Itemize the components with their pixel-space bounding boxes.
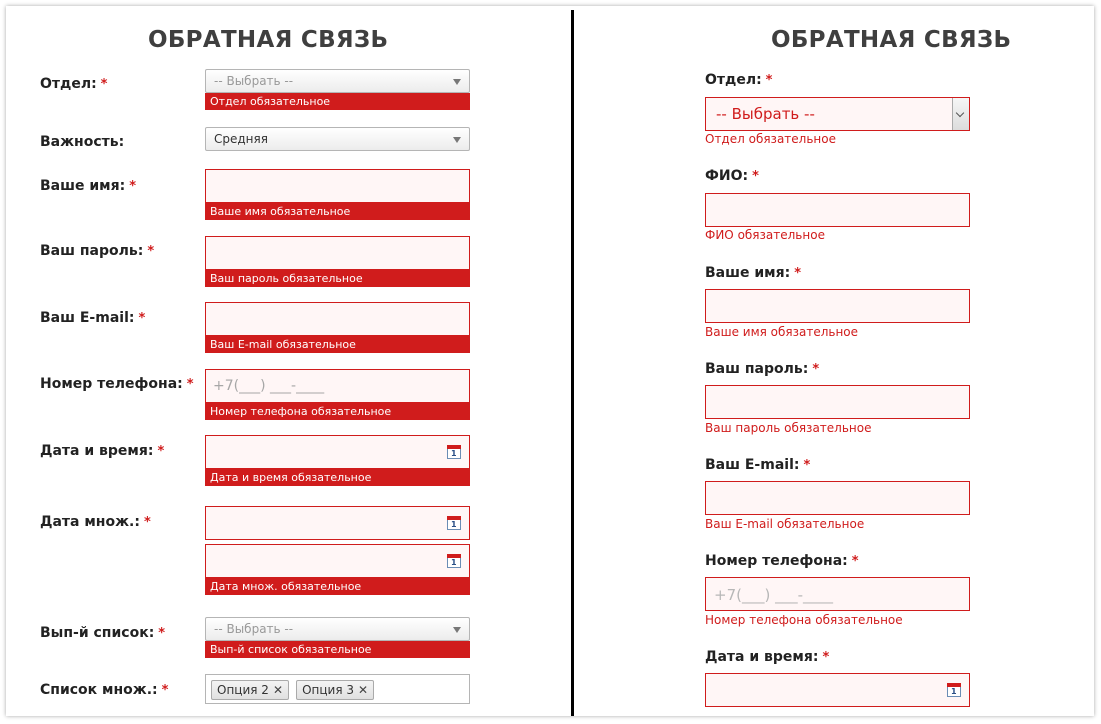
left-department-error: Отдел обязательное [205,93,470,110]
left-email-error: Ваш E-mail обязательное [205,336,470,353]
left-form-title: ОБРАТНАЯ СВЯЗЬ [148,27,389,53]
right-department-select[interactable]: -- Выбрать -- [705,97,970,131]
left-datetime-field: 1 Дата и время обязательное [205,435,470,486]
left-password-label: Ваш пароль: * [40,243,155,259]
left-multidate-input-2[interactable]: 1 [205,544,470,578]
left-phone-input[interactable]: +7(___) ___-____ [205,369,470,403]
left-email-input[interactable] [205,302,470,336]
left-name-label: Ваше имя: * [40,178,137,194]
left-password-input[interactable] [205,236,470,270]
required-mark: * [161,683,169,698]
left-multidate-error: Дата множ. обязательное [205,578,470,595]
right-fio-error: ФИО обязательное [705,228,825,242]
right-fio-label: ФИО: * [705,168,759,184]
left-multilist-input[interactable]: Опция 2 ✕ Опция 3 ✕ [205,674,470,704]
left-password-error: Ваш пароль обязательное [205,270,470,287]
left-datetime-error: Дата и время обязательное [205,469,470,486]
right-password-input[interactable] [705,385,970,419]
left-phone-field: +7(___) ___-____ Номер телефона обязател… [205,369,470,420]
right-department-label: Отдел: * [705,72,773,88]
left-multidate-input-1[interactable]: 1 [205,506,470,540]
left-multidate-label: Дата множ.: * [40,514,151,530]
remove-tag-icon[interactable]: ✕ [273,683,283,697]
right-name-error: Ваше имя обязательное [705,325,859,339]
left-name-field: Ваше имя обязательное [205,169,470,220]
required-mark: * [157,444,165,459]
left-phone-error: Номер телефона обязательное [205,403,470,420]
right-datetime-label: Дата и время: * [705,649,830,665]
left-phone-placeholder: +7(___) ___-____ [213,378,325,394]
left-multilist-field: Опция 2 ✕ Опция 3 ✕ [205,674,470,704]
required-mark: * [138,311,146,326]
required-mark: * [794,266,802,281]
calendar-icon[interactable]: 1 [447,445,461,459]
right-password-error: Ваш пароль обязательное [705,421,872,435]
dropdown-arrow-icon [453,137,461,143]
selected-tag: Опция 2 ✕ [211,680,289,700]
left-importance-select[interactable]: Средняя [205,127,470,151]
required-mark: * [143,515,151,530]
right-password-label: Ваш пароль: * [705,361,820,377]
right-phone-input[interactable]: +7(___) ___-____ [705,577,970,611]
left-email-field: Ваш E-mail обязательное [205,302,470,353]
right-fio-input[interactable] [705,193,970,227]
left-dropdown-field: -- Выбрать -- Вып-й список обязательное [205,617,470,658]
calendar-icon[interactable]: 1 [947,683,961,697]
right-email-label: Ваш E-mail: * [705,457,811,473]
right-phone-placeholder: +7(___) ___-____ [714,586,833,604]
left-multilist-label: Список множ.: * [40,682,169,698]
chevron-down-icon [955,108,965,118]
left-importance-field: Средняя [205,127,470,151]
required-mark: * [752,169,759,184]
required-mark: * [129,179,137,194]
left-email-label: Ваш E-mail: * [40,310,146,326]
selected-tag: Опция 3 ✕ [296,680,375,700]
required-mark: * [100,77,108,92]
required-mark: * [147,244,155,259]
right-email-error: Ваш E-mail обязательное [705,517,865,531]
remove-tag-icon[interactable]: ✕ [358,683,368,697]
right-phone-error: Номер телефона обязательное [705,613,903,627]
right-email-input[interactable] [705,481,970,515]
required-mark: * [851,554,859,569]
left-datetime-input[interactable]: 1 [205,435,470,469]
left-department-field: -- Выбрать -- Отдел обязательное [205,69,470,110]
left-department-label: Отдел: * [40,76,108,92]
left-dropdown-error: Вып-й список обязательное [205,641,470,658]
required-mark: * [803,458,811,473]
right-name-input[interactable] [705,289,970,323]
required-mark: * [765,73,773,88]
right-datetime-input[interactable]: 1 [705,673,970,707]
calendar-icon[interactable]: 1 [447,554,461,568]
left-datetime-label: Дата и время: * [40,443,165,459]
left-name-error: Ваше имя обязательное [205,203,470,220]
dropdown-arrow-icon [453,79,461,85]
right-name-label: Ваше имя: * [705,265,802,281]
left-dropdown-label: Вып-й список: * [40,625,166,641]
left-department-select[interactable]: -- Выбрать -- [205,69,470,93]
left-name-input[interactable] [205,169,470,203]
right-phone-label: Номер телефона: * [705,553,859,569]
right-department-error: Отдел обязательное [705,132,836,146]
left-multidate-field: 1 1 Дата множ. обязательное [205,506,470,595]
right-form-title: ОБРАТНАЯ СВЯЗЬ [771,27,1012,53]
required-mark: * [158,626,166,641]
left-phone-label: Номер телефона: * [40,376,194,392]
dropdown-arrow-icon [453,627,461,633]
left-importance-label: Важность: [40,134,125,150]
calendar-icon[interactable]: 1 [447,516,461,530]
required-mark: * [186,377,194,392]
dropdown-button[interactable] [952,98,969,130]
required-mark: * [812,362,820,377]
left-dropdown-select[interactable]: -- Выбрать -- [205,617,470,641]
left-password-field: Ваш пароль обязательное [205,236,470,287]
panel-divider [571,10,574,716]
required-mark: * [822,650,830,665]
